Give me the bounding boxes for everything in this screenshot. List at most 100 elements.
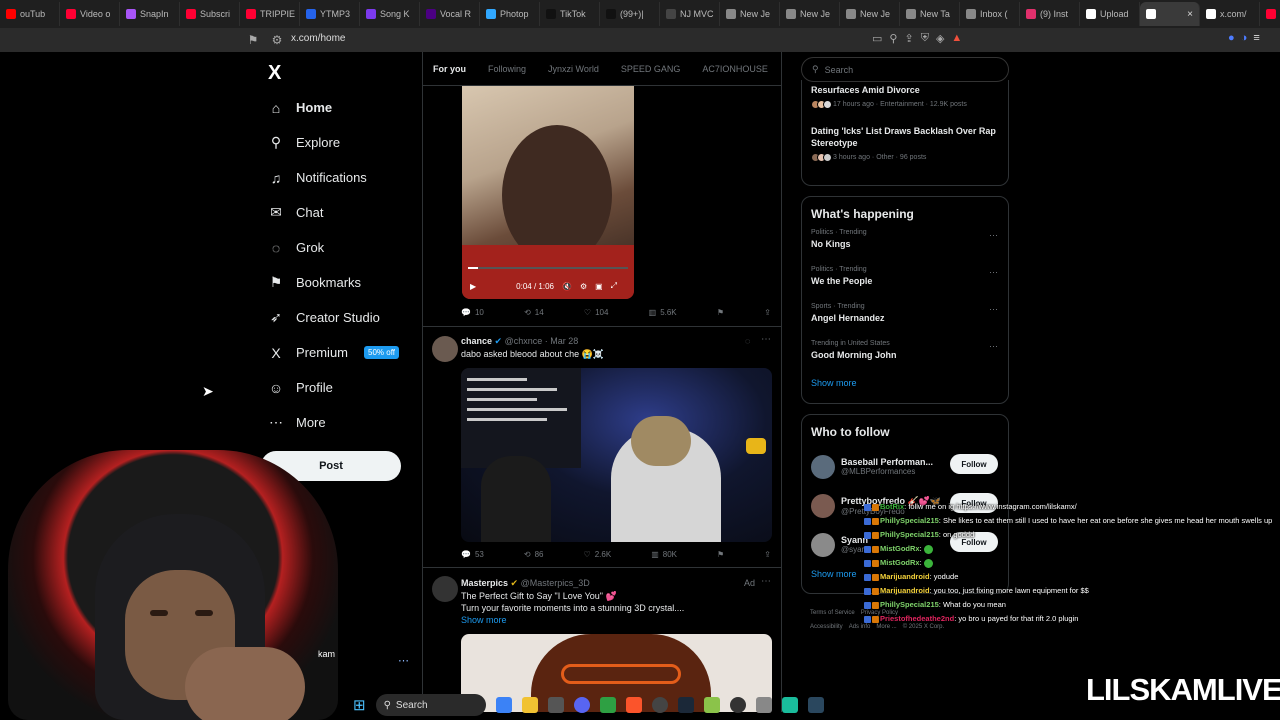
app-icon[interactable] [755, 697, 772, 713]
menu-icon[interactable]: ≡ [1253, 32, 1259, 44]
discord-icon[interactable] [573, 697, 590, 713]
steam-icon[interactable] [677, 697, 694, 713]
more-icon[interactable]: ⋯ [989, 304, 998, 315]
more-icon[interactable]: ⋯ [761, 334, 771, 345]
more-icon[interactable]: ⋯ [989, 230, 998, 241]
views-count[interactable]: ▥ 80K [651, 550, 677, 559]
browser-tab[interactable]: Video o [60, 2, 120, 26]
search-input[interactable]: ⚲ Search [801, 57, 1009, 82]
brave-icon[interactable] [625, 697, 642, 713]
profile-icon[interactable]: ● [1228, 32, 1235, 44]
nav-item-profile[interactable]: ☺ Profile [268, 370, 399, 405]
browser-tab[interactable]: Song K [360, 2, 420, 26]
app-icon[interactable] [599, 697, 616, 713]
site-settings-icon[interactable]: ⚙ [268, 33, 286, 47]
mute-icon[interactable]: 🔇 [562, 282, 572, 291]
browser-tab[interactable]: YNW [1260, 2, 1280, 26]
nav-item-creator-studio[interactable]: ➶ Creator Studio [268, 300, 399, 335]
trend-item[interactable]: Politics · Trending We the People ⋯ [802, 266, 1008, 303]
nav-item-more[interactable]: ⋯ More [268, 405, 399, 440]
steam-icon[interactable] [807, 697, 824, 713]
4k-icon[interactable] [729, 697, 746, 713]
avatar[interactable] [811, 493, 835, 518]
brave-rewards-icon[interactable]: ▲ [951, 32, 962, 45]
taskbar-search[interactable]: ⚲ Search [375, 694, 486, 716]
nav-item-home[interactable]: ⌂ Home [268, 90, 399, 125]
reply-button[interactable]: 💬 53 [461, 550, 484, 559]
nav-item-notifications[interactable]: ♫ Notifications [268, 160, 399, 195]
browser-tab[interactable]: Vocal R [420, 2, 480, 26]
notepad-icon[interactable] [781, 697, 798, 713]
bookmark-page-icon[interactable]: ⚑ [244, 33, 262, 47]
fullscreen-icon[interactable]: ⤢ [611, 281, 617, 291]
browser-tab[interactable]: TikTok [540, 2, 600, 26]
nav-item-grok[interactable]: ◌ Grok [268, 230, 399, 265]
avatar[interactable] [432, 336, 458, 362]
grok-icon[interactable]: ◌ [745, 336, 750, 346]
browser-tab[interactable]: x.com/ [1200, 2, 1260, 26]
avatar[interactable] [811, 454, 835, 479]
timeline-tab[interactable]: SPEED GANG [621, 64, 681, 74]
news-item[interactable]: Dating 'Icks' List Draws Backlash Over R… [802, 125, 1008, 162]
browser-tab[interactable]: ouTub [0, 2, 60, 26]
browser-tab[interactable]: (9) Inst [1020, 2, 1080, 26]
nav-item-explore[interactable]: ⚲ Explore [268, 125, 399, 160]
shield-icon[interactable]: ⛨ [921, 32, 929, 45]
avatar[interactable] [811, 532, 835, 557]
url-field[interactable]: x.com/home [291, 33, 345, 44]
pip-icon[interactable]: ▣ [595, 282, 603, 291]
settings-icon[interactable]: ⚙ [580, 282, 587, 291]
like-button[interactable]: ♡ 104 [584, 308, 609, 317]
store-icon[interactable] [547, 697, 564, 713]
play-icon[interactable]: ▶ [470, 282, 476, 291]
obs-icon[interactable] [651, 697, 668, 713]
footer-link[interactable]: Accessibility [810, 624, 843, 630]
browser-tab[interactable]: Subscri [180, 2, 240, 26]
browser-tab[interactable]: New Je [720, 2, 780, 26]
account-username[interactable]: kam [318, 649, 335, 659]
share-icon[interactable]: ⇪ [764, 308, 771, 317]
video-progress[interactable] [468, 267, 628, 269]
reply-button[interactable]: 💬 10 [461, 308, 484, 317]
account-more-icon[interactable]: ⋯ [398, 654, 409, 667]
repost-button[interactable]: ⟲ 86 [524, 550, 544, 559]
news-item[interactable]: Resurfaces Amid Divorce 17 hours ago · En… [802, 84, 1008, 109]
nav-item-chat[interactable]: ✉ Chat [268, 195, 399, 230]
post-author[interactable]: chance ✔ @chxnce · Mar 28 [461, 336, 578, 347]
repost-button[interactable]: ⟲ 14 [524, 308, 544, 317]
x-logo[interactable]: X [268, 62, 281, 85]
file-explorer-icon[interactable] [521, 697, 538, 713]
show-more-trends[interactable]: Show more [802, 378, 1008, 388]
browser-tab[interactable]: NJ MVC [660, 2, 720, 26]
more-icon[interactable]: ⋯ [989, 267, 998, 278]
views-count[interactable]: ▥ 5.6K [649, 308, 677, 317]
windows-start-icon[interactable]: ⊞ [353, 696, 366, 714]
timeline-tab[interactable]: Jynxzi World [548, 64, 599, 74]
post-image[interactable] [461, 368, 772, 542]
browser-tab[interactable]: Photop [480, 2, 540, 26]
bookmark-icon[interactable]: ⚑ [717, 550, 724, 559]
video-player[interactable]: ▶ 0:04 / 1:06 🔇 ⚙ ▣ ⤢ [462, 85, 634, 299]
timeline-tab[interactable]: AC7IONHOUSE [702, 64, 768, 74]
timeline-tab[interactable]: Following [488, 64, 526, 74]
more-icon[interactable]: ⋯ [989, 341, 998, 352]
browser-tab[interactable]: × [1140, 2, 1200, 26]
avatar[interactable] [432, 576, 458, 602]
nav-item-premium[interactable]: X Premium 50% off [268, 335, 399, 370]
trend-item[interactable]: Trending in United States Good Morning Jo… [802, 340, 1008, 377]
like-button[interactable]: ♡ 2.6K [584, 550, 612, 559]
browser-tab[interactable]: New Je [840, 2, 900, 26]
browser-tab[interactable]: New Je [780, 2, 840, 26]
browser-tab[interactable]: SnapIn [120, 2, 180, 26]
extension-icon[interactable]: ◈ [936, 32, 944, 45]
timeline-tab[interactable]: For you [433, 64, 466, 74]
bookmark-icon[interactable]: ⚑ [717, 308, 724, 317]
close-tab-icon[interactable]: × [1187, 9, 1193, 20]
trend-item[interactable]: Politics · Trending No Kings ⋯ [802, 229, 1008, 266]
footer-link[interactable]: Terms of Service [810, 610, 855, 616]
browser-tab[interactable]: TRIPPIE [240, 2, 300, 26]
follow-suggestion[interactable]: Baseball Performan... @MLBPerformances Fol… [802, 447, 1008, 486]
browser-tab[interactable]: New Ta [900, 2, 960, 26]
browser-tab[interactable]: (99+)| [600, 2, 660, 26]
zoom-icon[interactable]: ⚲ [889, 32, 897, 45]
